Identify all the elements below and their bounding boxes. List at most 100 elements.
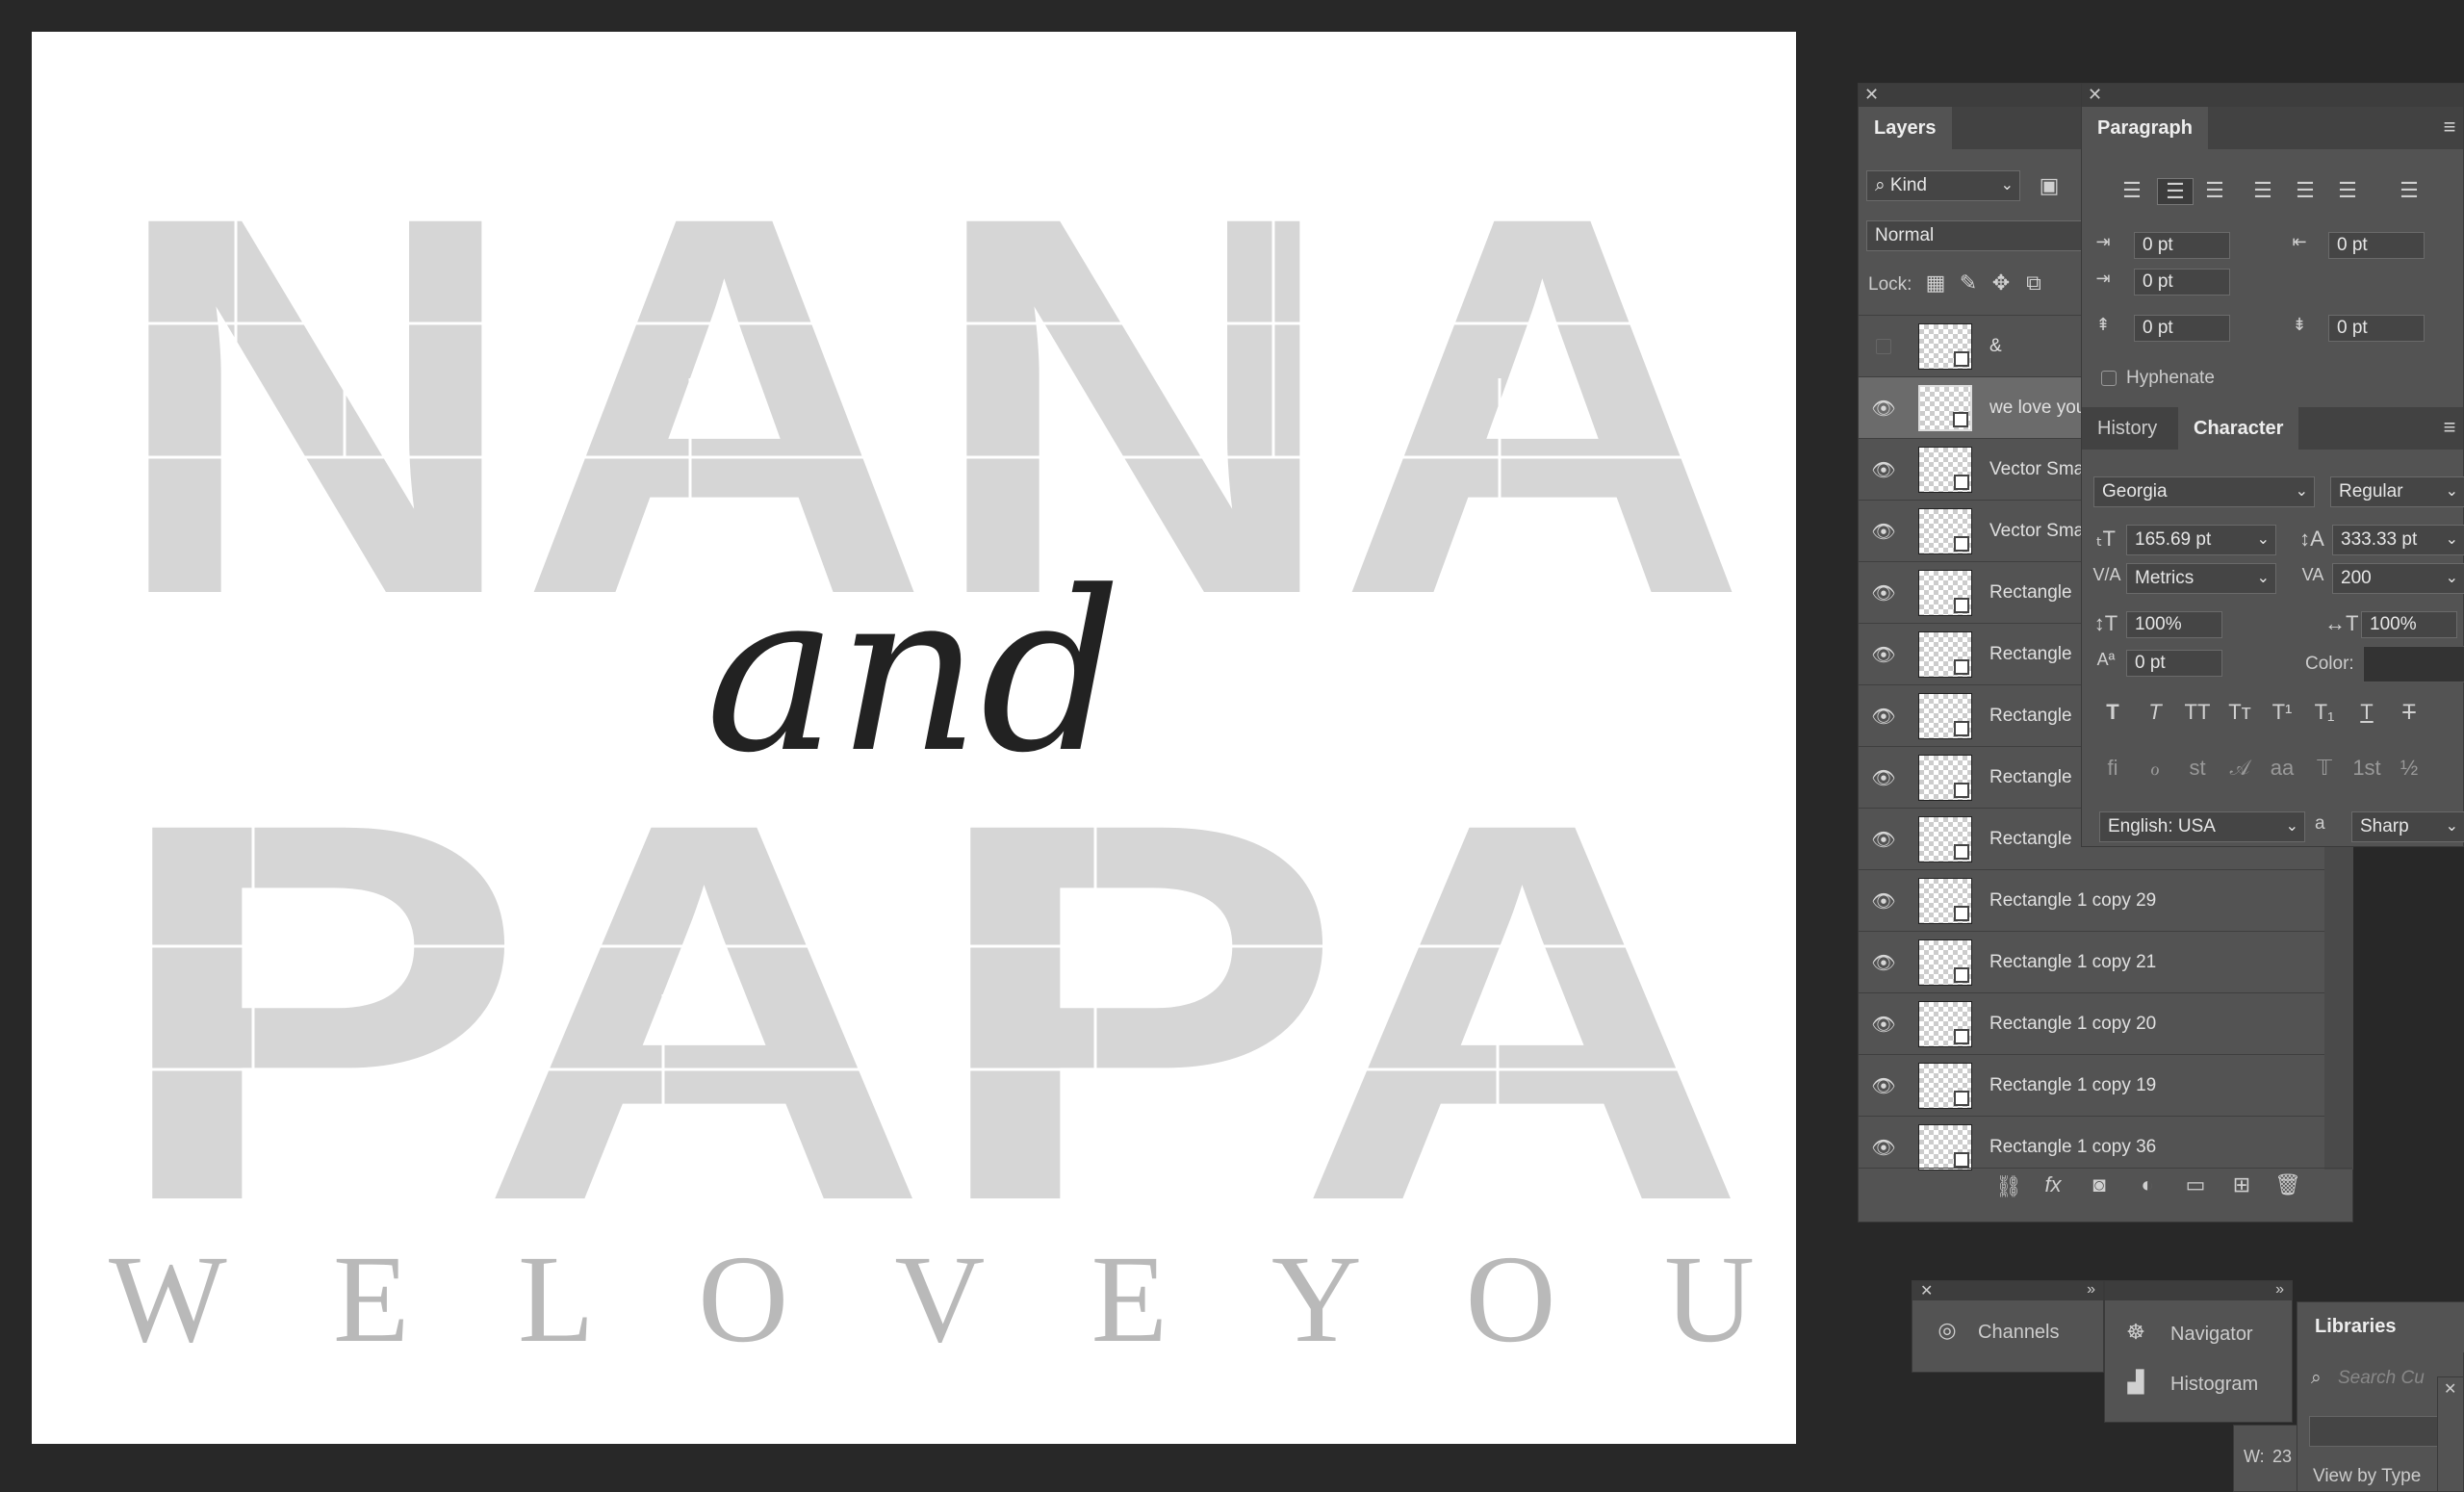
indent-left-field[interactable]: 0 pt (2134, 232, 2230, 259)
expand-icon[interactable]: » (2087, 1281, 2095, 1299)
horizontal-scale-field[interactable]: 100% (2361, 611, 2457, 638)
hyphenate-checkbox[interactable] (2101, 371, 2117, 386)
justify-last-left-icon[interactable]: ☰ (2247, 178, 2278, 203)
tab-layers[interactable]: Layers (1859, 107, 1952, 149)
eye-icon[interactable]: 👁 (1870, 643, 1897, 666)
justify-all-icon[interactable]: ☰ (2394, 178, 2425, 203)
discretionary-ligatures-icon[interactable]: st (2178, 756, 2217, 781)
tab-character[interactable]: Character (2178, 407, 2299, 450)
align-right-icon[interactable]: ☰ (2199, 178, 2230, 203)
layer-row[interactable]: 👁 Rectangle 1 copy 29 (1859, 870, 2324, 932)
language-dropdown[interactable]: English: USA ⌄ (2099, 811, 2305, 842)
layer-thumbnail (1918, 631, 1972, 678)
tracking-dropdown[interactable]: 200 ⌄ (2332, 563, 2464, 594)
link-layers-icon[interactable]: ⛓ (1993, 1174, 2024, 1199)
align-left-icon[interactable]: ☰ (2117, 178, 2147, 203)
histogram-icon[interactable]: ▟ (2120, 1370, 2151, 1395)
eye-icon[interactable]: 👁 (1870, 520, 1897, 543)
fractions-icon[interactable]: ½ (2390, 756, 2428, 781)
close-icon[interactable]: ✕ (2444, 1379, 2456, 1399)
histogram-label[interactable]: Histogram (2170, 1374, 2258, 1396)
expand-icon[interactable]: » (2275, 1281, 2284, 1299)
layer-name: Rectangle 1 copy 19 (1989, 1075, 2157, 1095)
faux-bold-icon[interactable]: T (2093, 700, 2132, 725)
eye-icon[interactable]: 👁 (1870, 766, 1897, 789)
view-by-type-label[interactable]: View by Type (2313, 1466, 2421, 1487)
blend-mode-dropdown[interactable]: Normal (1866, 220, 2097, 251)
close-icon[interactable]: ✕ (2088, 85, 2102, 105)
old-style-icon[interactable]: ℴ (2136, 756, 2174, 781)
fx-icon[interactable]: fx (2038, 1172, 2068, 1197)
layer-row[interactable]: 👁 Rectangle 1 copy 36 (1859, 1117, 2324, 1170)
vertical-scale-field[interactable]: 100% (2126, 611, 2222, 638)
subscript-icon[interactable]: T₁ (2305, 700, 2344, 725)
eye-icon[interactable]: 👁 (1870, 828, 1897, 851)
swash-icon[interactable]: 𝒜 (2220, 756, 2259, 781)
channels-icon[interactable]: ◎ (1932, 1318, 1963, 1343)
new-layer-icon[interactable]: ⊞ (2226, 1172, 2257, 1197)
visibility-toggle-off[interactable] (1876, 339, 1891, 354)
strikethrough-icon[interactable]: T (2390, 700, 2428, 725)
justify-last-center-icon[interactable]: ☰ (2290, 178, 2321, 203)
eye-icon[interactable]: 👁 (1870, 1013, 1897, 1036)
eye-icon[interactable]: 👁 (1870, 1074, 1897, 1097)
small-caps-icon[interactable]: Tт (2220, 700, 2259, 725)
indent-first-line-field[interactable]: 0 pt (2134, 269, 2230, 296)
document-canvas[interactable]: NANA PAPA and W E L O V E Y O U (32, 32, 1796, 1444)
eye-icon[interactable]: 👁 (1870, 889, 1897, 913)
eye-icon[interactable]: 👁 (1870, 458, 1897, 481)
tab-history[interactable]: History (2082, 407, 2172, 450)
layer-row[interactable]: 👁 Rectangle 1 copy 20 (1859, 993, 2324, 1055)
faux-italic-icon[interactable]: T (2136, 700, 2174, 725)
mask-icon[interactable]: ◙ (2084, 1172, 2115, 1197)
titling-alternates-icon[interactable]: 𝕋 (2305, 756, 2344, 781)
eye-icon[interactable]: 👁 (1870, 397, 1897, 420)
justify-last-right-icon[interactable]: ☰ (2332, 178, 2363, 203)
baseline-shift-field[interactable]: 0 pt (2126, 650, 2222, 677)
tab-libraries[interactable]: Libraries (2315, 1316, 2396, 1338)
artwork: NANA PAPA and W E L O V E Y O U (90, 104, 1764, 1369)
eye-icon[interactable]: 👁 (1870, 705, 1897, 728)
lock-transparency-icon[interactable]: ▦ (1922, 270, 1949, 296)
close-icon[interactable]: ✕ (1920, 1281, 1933, 1300)
panel-menu-icon[interactable]: ≡ (2440, 115, 2459, 140)
eye-icon[interactable]: 👁 (1870, 1136, 1897, 1159)
text-color-swatch[interactable] (2363, 646, 2464, 682)
align-center-icon[interactable]: ☰ (2157, 178, 2194, 205)
image-filter-icon[interactable]: ▣ (2036, 173, 2063, 200)
indent-right-field[interactable]: 0 pt (2328, 232, 2425, 259)
eye-icon[interactable]: 👁 (1870, 951, 1897, 974)
channels-label[interactable]: Channels (1978, 1322, 2060, 1344)
filter-kind-dropdown[interactable]: ⌕ Kind ⌄ (1866, 170, 2020, 201)
leading-field[interactable]: 333.33 pt ⌄ (2332, 525, 2464, 555)
lock-artboard-icon[interactable]: ⧉ (2020, 270, 2047, 296)
folder-icon[interactable]: ▭ (2180, 1172, 2211, 1197)
superscript-icon[interactable]: T¹ (2263, 700, 2301, 725)
font-size-field[interactable]: 165.69 pt ⌄ (2126, 525, 2276, 555)
eye-icon[interactable]: 👁 (1870, 581, 1897, 605)
font-family-dropdown[interactable]: Georgia ⌄ (2093, 476, 2315, 507)
lock-paint-icon[interactable]: ✎ (1955, 270, 1982, 296)
font-style-dropdown[interactable]: Regular ⌄ (2330, 476, 2464, 507)
kerning-dropdown[interactable]: Metrics ⌄ (2126, 563, 2276, 594)
panel-menu-icon[interactable]: ≡ (2440, 415, 2459, 440)
layer-thumbnail (1918, 1001, 1972, 1047)
trash-icon[interactable]: 🗑 (2272, 1172, 2303, 1197)
layer-name: Vector Sma (1989, 459, 2085, 479)
layer-row[interactable]: 👁 Rectangle 1 copy 21 (1859, 932, 2324, 993)
adjustment-icon[interactable]: ◐ (2132, 1172, 2163, 1197)
underline-icon[interactable]: T (2348, 700, 2386, 725)
stylistic-alternates-icon[interactable]: aa (2263, 756, 2301, 781)
space-before-field[interactable]: 0 pt (2134, 315, 2230, 342)
ordinals-icon[interactable]: 1st (2348, 756, 2386, 781)
ligatures-icon[interactable]: fi (2093, 756, 2132, 781)
close-icon[interactable]: ✕ (1864, 85, 1879, 105)
navigator-label[interactable]: Navigator (2170, 1324, 2253, 1346)
tab-paragraph[interactable]: Paragraph (2082, 107, 2208, 149)
space-after-field[interactable]: 0 pt (2328, 315, 2425, 342)
lock-position-icon[interactable]: ✥ (1988, 270, 2015, 296)
all-caps-icon[interactable]: TT (2178, 700, 2217, 725)
antialias-dropdown[interactable]: Sharp ⌄ (2351, 811, 2464, 842)
layer-row[interactable]: 👁 Rectangle 1 copy 19 (1859, 1055, 2324, 1117)
navigator-icon[interactable]: ☸ (2120, 1320, 2151, 1345)
